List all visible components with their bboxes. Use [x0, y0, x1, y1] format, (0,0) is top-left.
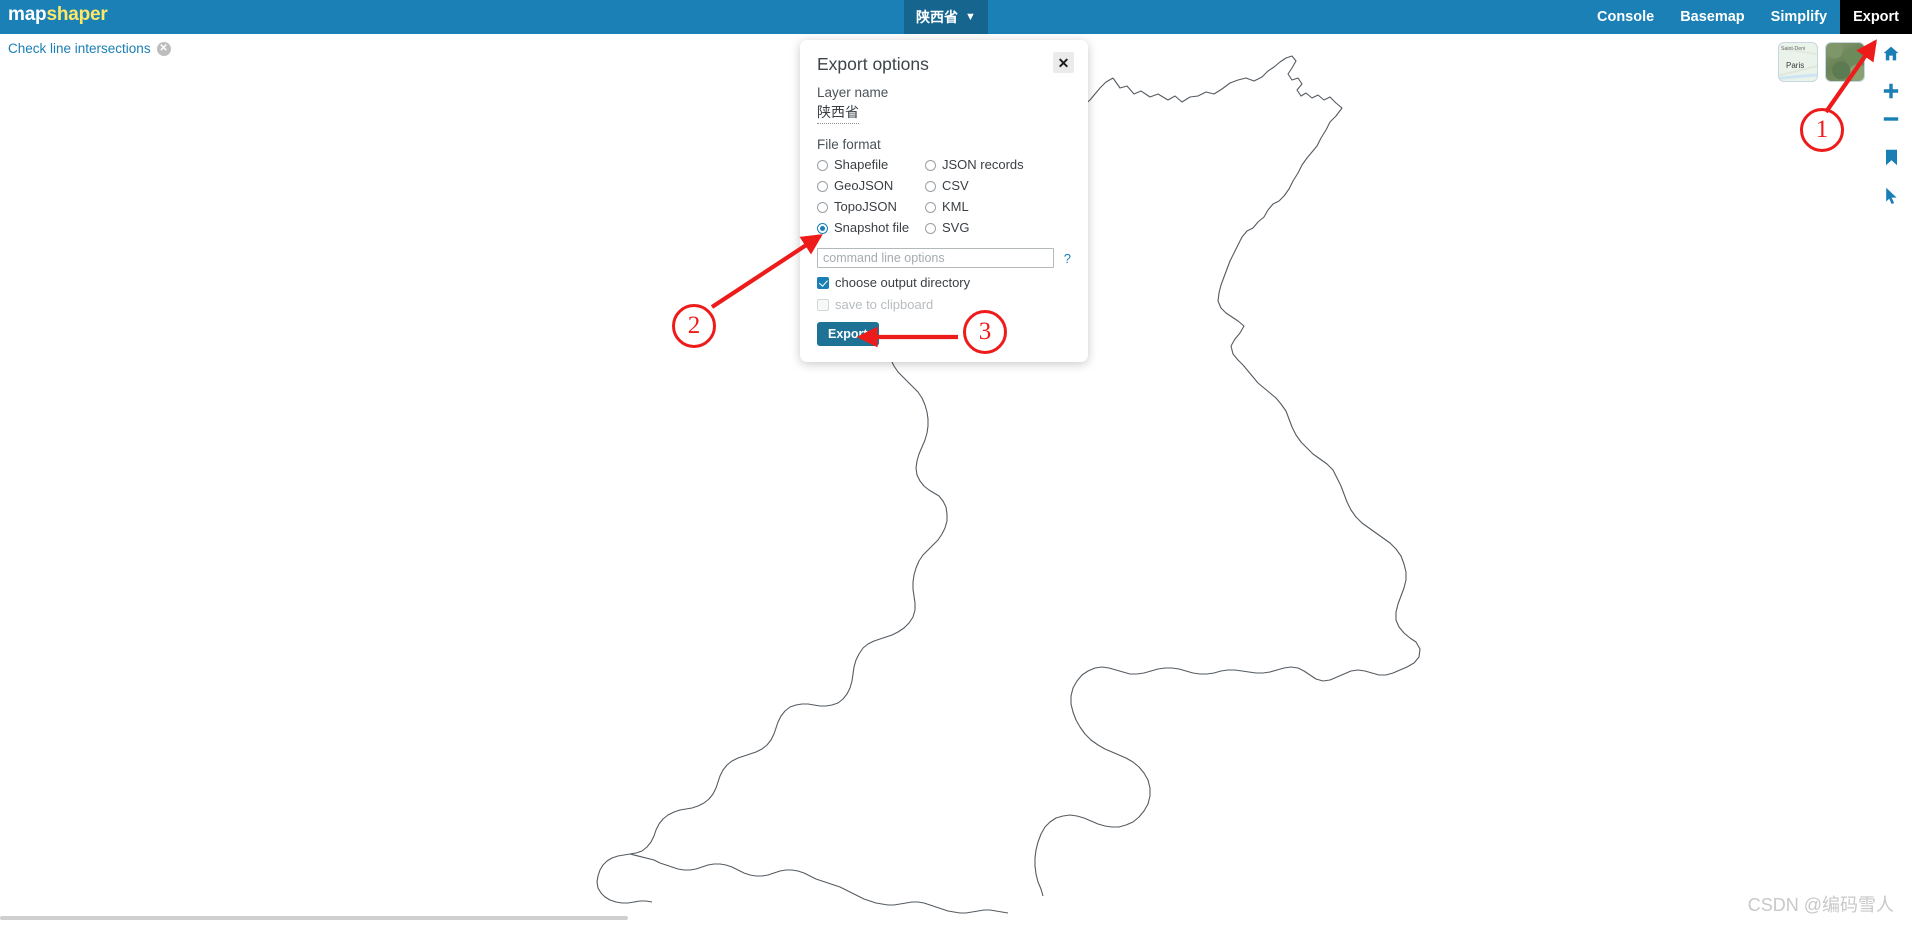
- layer-name-input[interactable]: 陕西省: [817, 102, 859, 124]
- format-label-shapefile: Shapefile: [834, 157, 889, 172]
- help-icon[interactable]: ?: [1064, 251, 1071, 266]
- format-radio-kml[interactable]: KML: [925, 198, 1071, 216]
- format-label-topojson: TopoJSON: [834, 199, 897, 214]
- basemap-label-saint-denis: Saint-Deni: [1781, 46, 1806, 52]
- top-bar: mapshaper 陕西省 ▼ Console Basemap Simplify…: [0, 0, 1912, 34]
- map-tool-bar: [1878, 40, 1904, 208]
- home-icon[interactable]: [1878, 40, 1904, 66]
- layer-selector-label: 陕西省: [916, 9, 958, 25]
- file-format-options: Shapefile JSON records GeoJSON CSV TopoJ…: [817, 156, 1071, 237]
- file-format-label: File format: [817, 137, 881, 152]
- radio-icon: [925, 180, 936, 192]
- basemap-thumbnails: Saint-Deni Paris: [1778, 42, 1865, 82]
- format-radio-csv[interactable]: CSV: [925, 177, 1071, 195]
- logo-text-map: map: [8, 4, 47, 25]
- checkbox-icon-unchecked: [817, 298, 829, 311]
- radio-icon: [925, 201, 936, 213]
- basemap-label-paris: Paris: [1786, 61, 1805, 70]
- mapshaper-app: mapshaper 陕西省 ▼ Console Basemap Simplify…: [0, 0, 1912, 927]
- close-icon[interactable]: ✕: [156, 41, 171, 56]
- format-radio-svg[interactable]: SVG: [925, 219, 1071, 237]
- format-radio-geojson[interactable]: GeoJSON: [817, 177, 925, 195]
- dialog-title: Export options: [817, 54, 929, 74]
- check-line-intersections-link[interactable]: Check line intersections ✕: [8, 41, 171, 56]
- check-line-intersections-label: Check line intersections: [8, 41, 151, 56]
- radio-icon: [817, 180, 828, 192]
- cursor-icon[interactable]: [1878, 182, 1904, 208]
- radio-icon-selected: [817, 222, 828, 234]
- close-icon[interactable]: ✕: [1053, 52, 1074, 73]
- zoom-out-icon[interactable]: [1878, 106, 1904, 132]
- choose-output-directory-label: choose output directory: [835, 275, 971, 290]
- export-options-dialog: ✕ Export options Layer name 陕西省 File for…: [800, 40, 1088, 362]
- layer-name-label: Layer name: [817, 85, 889, 100]
- format-radio-shapefile[interactable]: Shapefile: [817, 156, 925, 174]
- command-line-input[interactable]: [817, 248, 1054, 268]
- layer-selector[interactable]: 陕西省 ▼: [904, 0, 988, 34]
- choose-output-directory-checkbox[interactable]: choose output directory: [817, 275, 1071, 290]
- zoom-in-icon[interactable]: [1878, 78, 1904, 104]
- nav-item-basemap[interactable]: Basemap: [1667, 0, 1757, 34]
- format-radio-topojson[interactable]: TopoJSON: [817, 198, 925, 216]
- street-basemap-thumbnail[interactable]: Saint-Deni Paris: [1778, 42, 1818, 82]
- format-label-svg: SVG: [942, 220, 970, 235]
- format-label-snapshot-file: Snapshot file: [834, 220, 910, 235]
- command-line-row: ?: [817, 248, 1071, 268]
- format-label-json-records: JSON records: [942, 157, 1024, 172]
- format-radio-json-records[interactable]: JSON records: [925, 156, 1071, 174]
- nav-item-simplify[interactable]: Simplify: [1758, 0, 1840, 34]
- radio-icon: [925, 222, 936, 234]
- satellite-basemap-thumbnail[interactable]: [1825, 42, 1865, 82]
- nav-item-export[interactable]: Export: [1840, 0, 1912, 34]
- top-nav: Console Basemap Simplify Export: [1584, 0, 1912, 34]
- scrollbar-thumb[interactable]: [0, 916, 628, 920]
- radio-icon: [817, 159, 828, 171]
- radio-icon: [817, 201, 828, 213]
- horizontal-scrollbar[interactable]: [0, 914, 1912, 923]
- bookmark-icon[interactable]: [1878, 144, 1904, 170]
- radio-icon: [925, 159, 936, 171]
- nav-item-console[interactable]: Console: [1584, 0, 1667, 34]
- logo-text-shaper: shaper: [46, 4, 108, 25]
- chevron-down-icon: ▼: [965, 10, 976, 23]
- mapshaper-logo[interactable]: mapshaper: [8, 4, 108, 26]
- format-label-geojson: GeoJSON: [834, 178, 894, 193]
- checkbox-icon-checked: [817, 276, 829, 289]
- format-label-kml: KML: [942, 199, 969, 214]
- save-to-clipboard-checkbox: save to clipboard: [817, 297, 1071, 312]
- save-to-clipboard-label: save to clipboard: [835, 297, 934, 312]
- format-label-csv: CSV: [942, 178, 969, 193]
- format-radio-snapshot-file[interactable]: Snapshot file: [817, 219, 925, 237]
- watermark: CSDN @编码雪人: [1747, 895, 1894, 915]
- export-button[interactable]: Export: [817, 322, 879, 346]
- shaanxi-province-outline-west-tail: [596, 853, 653, 904]
